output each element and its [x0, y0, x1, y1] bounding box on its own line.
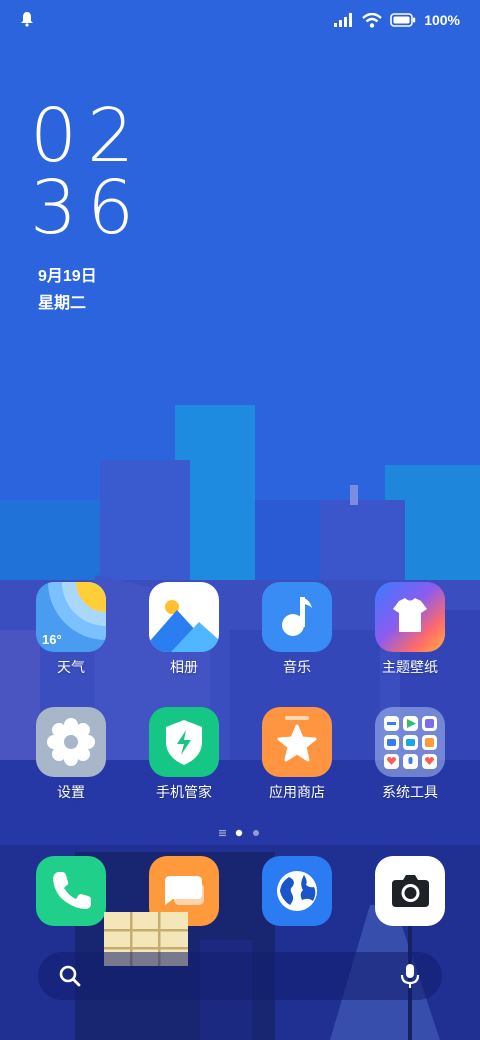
bell-icon — [20, 11, 36, 27]
status-bar: 100% — [0, 0, 480, 40]
date-label: 9月19日 — [38, 268, 97, 285]
weather-temperature: 16° — [42, 632, 62, 647]
search-bar[interactable] — [38, 952, 442, 1000]
battery-icon — [390, 13, 416, 27]
app-system-tools[interactable]: 系统工具 — [355, 707, 465, 801]
weather-icon: 16° — [36, 582, 106, 652]
dock-phone[interactable] — [36, 856, 106, 926]
microphone-icon[interactable] — [398, 963, 422, 989]
page-list-indicator — [219, 830, 226, 837]
dock-camera[interactable] — [375, 856, 445, 926]
battery-percent: 100% — [424, 12, 460, 28]
app-label: 手机管家 — [156, 784, 212, 800]
weekday-label: 星期二 — [38, 295, 87, 312]
browser-icon — [277, 871, 317, 911]
app-label: 天气 — [57, 659, 85, 675]
gallery-icon — [149, 582, 219, 652]
camera-icon — [392, 875, 429, 907]
app-gallery[interactable]: 相册 — [129, 582, 239, 676]
page-dot-active — [235, 829, 243, 837]
app-weather[interactable]: 16° 天气 — [16, 582, 126, 676]
app-phone-manager[interactable]: 手机管家 — [129, 707, 239, 801]
app-label: 音乐 — [283, 659, 311, 675]
security-icon — [149, 707, 219, 777]
wifi-icon — [362, 12, 382, 28]
music-icon — [262, 582, 332, 652]
app-music[interactable]: 音乐 — [242, 582, 352, 676]
app-themes[interactable]: 主题壁纸 — [355, 582, 465, 676]
signal-icon — [334, 13, 354, 27]
search-icon[interactable] — [58, 964, 82, 988]
app-store-icon — [262, 707, 332, 777]
app-label: 应用商店 — [269, 784, 325, 800]
clock-hour: 02 — [30, 93, 145, 179]
themes-icon — [375, 582, 445, 652]
home-screen: 100% 02 36 9月19日 星期二 16° 天气 相册 音乐 主题壁纸 设… — [0, 0, 480, 1040]
phone-icon — [53, 872, 91, 909]
dock-browser[interactable] — [262, 856, 332, 926]
tools-folder-icon — [375, 707, 445, 777]
clock-widget[interactable]: 02 36 — [30, 93, 145, 251]
app-settings[interactable]: 设置 — [16, 707, 126, 801]
clock-minute: 36 — [30, 165, 145, 251]
app-label: 主题壁纸 — [382, 659, 438, 675]
app-label: 设置 — [57, 784, 85, 800]
settings-icon — [36, 707, 106, 777]
page-dot — [253, 830, 259, 836]
page-indicator[interactable] — [215, 825, 265, 837]
app-label: 相册 — [170, 659, 198, 675]
app-store[interactable]: 应用商店 — [242, 707, 352, 801]
app-label: 系统工具 — [382, 784, 438, 800]
